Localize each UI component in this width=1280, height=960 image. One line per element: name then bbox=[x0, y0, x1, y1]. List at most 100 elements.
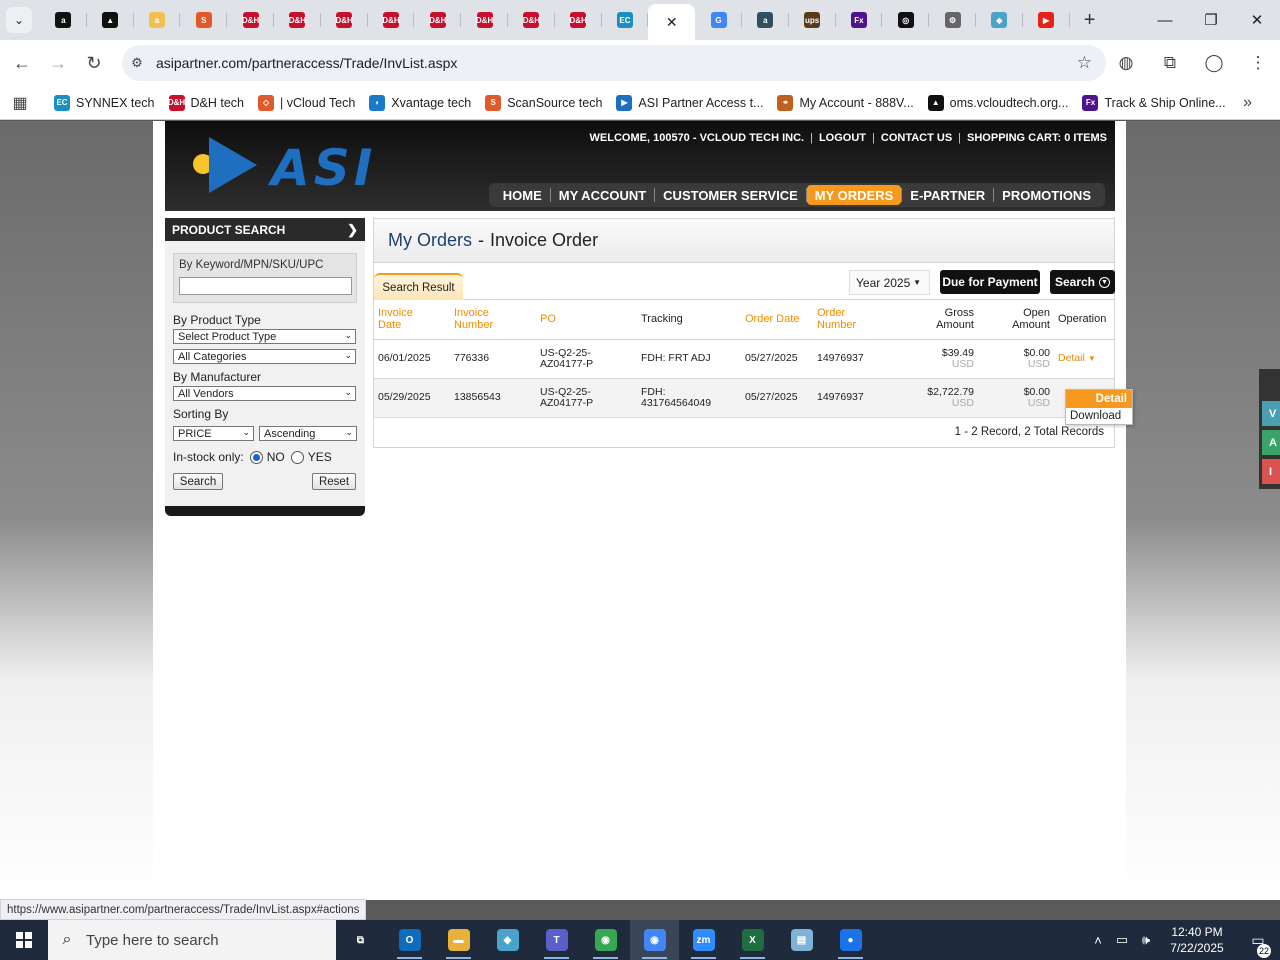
taskbar-app[interactable]: ● bbox=[826, 920, 875, 960]
sidebar-search-button[interactable]: Search bbox=[173, 473, 223, 490]
taskbar-app[interactable]: zm bbox=[679, 920, 728, 960]
logout-link[interactable]: LOGOUT bbox=[819, 132, 866, 144]
column-header[interactable]: PO bbox=[536, 300, 637, 340]
taskbar-app[interactable]: ▬ bbox=[434, 920, 483, 960]
bookmark-item[interactable]: S ScanSource tech bbox=[485, 94, 602, 111]
browser-tab[interactable]: ups bbox=[789, 4, 836, 36]
taskbar-app[interactable]: ⧉ bbox=[336, 920, 385, 960]
bookmark-item[interactable]: ◇ | vCloud Tech bbox=[258, 94, 355, 111]
search-dropdown-button[interactable]: Search ▼ bbox=[1050, 270, 1115, 294]
taskbar-app[interactable]: ▤ bbox=[777, 920, 826, 960]
bookmark-item[interactable]: ◗ Xvantage tech bbox=[369, 94, 471, 111]
more-bookmarks-icon[interactable]: » bbox=[1243, 94, 1252, 112]
notifications-icon[interactable]: ▭ 22 bbox=[1236, 932, 1280, 958]
reload-icon[interactable]: ↻ bbox=[76, 45, 112, 81]
bookmark-item[interactable]: ▲ oms.vcloudtech.org... bbox=[927, 94, 1068, 111]
nav-item-promotions[interactable]: PROMOTIONS bbox=[994, 185, 1099, 205]
browser-tab[interactable]: EC bbox=[602, 4, 649, 36]
extensions-icon[interactable]: ⧉ bbox=[1148, 53, 1192, 73]
browser-tab[interactable]: D&H bbox=[555, 4, 602, 36]
column-header[interactable]: Order Number bbox=[813, 300, 897, 340]
contact-us-link[interactable]: CONTACT US bbox=[881, 132, 952, 144]
nav-item-home[interactable]: HOME bbox=[495, 185, 550, 205]
nav-item-my-orders[interactable]: MY ORDERS bbox=[806, 185, 902, 205]
due-for-payment-button[interactable]: Due for Payment bbox=[940, 270, 1040, 294]
browser-tab[interactable]: D&H bbox=[227, 4, 274, 36]
minimize-icon[interactable]: — bbox=[1142, 0, 1188, 40]
bookmark-item[interactable]: Fx Track & Ship Online... bbox=[1082, 94, 1226, 111]
browser-tab[interactable]: ▶ bbox=[1023, 4, 1070, 36]
browser-tab[interactable]: ✕ bbox=[648, 4, 696, 40]
site-logo[interactable]: ASI bbox=[271, 139, 376, 197]
chevron-up-icon[interactable]: ˄ bbox=[1086, 933, 1110, 948]
browser-tab[interactable]: G bbox=[695, 4, 742, 36]
product-type-select[interactable]: Select Product Type ⌄ bbox=[173, 329, 356, 344]
browser-tab[interactable]: a bbox=[134, 4, 181, 36]
column-header[interactable]: Invoice Number bbox=[450, 300, 536, 340]
restore-icon[interactable]: ❐ bbox=[1188, 0, 1234, 40]
start-button[interactable] bbox=[0, 920, 48, 960]
taskbar-app[interactable]: X bbox=[728, 920, 777, 960]
language-extension-icon[interactable]: ◍ bbox=[1104, 53, 1148, 73]
address-bar[interactable]: ⚙ asipartner.com/partneraccess/Trade/Inv… bbox=[122, 45, 1106, 81]
menu-icon[interactable]: ⋮ bbox=[1236, 53, 1280, 73]
back-icon[interactable]: ← bbox=[4, 45, 40, 81]
browser-tab[interactable]: D&H bbox=[274, 4, 321, 36]
forward-icon[interactable]: → bbox=[40, 45, 76, 81]
address-text[interactable]: asipartner.com/partneraccess/Trade/InvLi… bbox=[156, 55, 457, 71]
bookmark-star-icon[interactable]: ☆ bbox=[1077, 53, 1092, 73]
year-select[interactable]: Year 2025 ▼ bbox=[849, 270, 930, 295]
instock-no-radio[interactable] bbox=[249, 450, 263, 464]
keyword-input[interactable] bbox=[179, 277, 352, 295]
shopping-cart-link[interactable]: SHOPPING CART: 0 ITEMS bbox=[967, 132, 1107, 144]
bookmark-item[interactable]: D&H D&H tech bbox=[168, 94, 244, 111]
browser-tab[interactable]: a bbox=[742, 4, 789, 36]
my-orders-link[interactable]: My Orders bbox=[388, 230, 472, 251]
taskbar-app[interactable]: ◉ bbox=[630, 920, 679, 960]
browser-tab[interactable]: a bbox=[40, 4, 87, 36]
browser-tab[interactable]: ◆ bbox=[976, 4, 1023, 36]
side-tab[interactable]: I bbox=[1262, 459, 1280, 484]
taskbar-app[interactable]: O bbox=[385, 920, 434, 960]
browser-tab[interactable]: D&H bbox=[461, 4, 508, 36]
close-icon[interactable]: ✕ bbox=[664, 14, 680, 30]
dropdown-download-item[interactable]: Download bbox=[1066, 408, 1132, 424]
detail-dropdown-link[interactable]: Detail ▼ bbox=[1058, 352, 1096, 364]
new-tab-button[interactable]: + bbox=[1076, 6, 1104, 34]
browser-tab[interactable]: D&H bbox=[414, 4, 461, 36]
browser-tab[interactable]: S bbox=[180, 4, 227, 36]
manufacturer-select[interactable]: All Vendors ⌄ bbox=[173, 386, 356, 401]
browser-tab[interactable]: D&H bbox=[321, 4, 368, 36]
nav-item-my-account[interactable]: MY ACCOUNT bbox=[551, 185, 654, 205]
browser-tab[interactable]: ⚙ bbox=[929, 4, 976, 36]
nav-item-customer-service[interactable]: CUSTOMER SERVICE bbox=[655, 185, 806, 205]
tab-search-button[interactable]: ⌄ bbox=[6, 7, 32, 33]
tab-search-result[interactable]: Search Result bbox=[374, 273, 463, 300]
browser-tab[interactable]: ▲ bbox=[87, 4, 134, 36]
sort-field-select[interactable]: PRICE ⌄ bbox=[173, 426, 254, 441]
clock[interactable]: 12:40 PM 7/22/2025 bbox=[1158, 924, 1236, 956]
instock-yes-radio[interactable] bbox=[290, 450, 304, 464]
column-header[interactable]: Invoice Date bbox=[374, 300, 450, 340]
apps-grid-icon[interactable]: ▦ bbox=[0, 93, 40, 113]
column-header[interactable]: Order Date bbox=[741, 300, 813, 340]
nav-item-e-partner[interactable]: E-PARTNER bbox=[902, 185, 993, 205]
browser-tab[interactable]: D&H bbox=[508, 4, 555, 36]
profile-icon[interactable]: ◯ bbox=[1192, 53, 1236, 73]
sort-order-select[interactable]: Ascending ⌄ bbox=[259, 426, 357, 441]
bookmark-item[interactable]: ▶ ASI Partner Access t... bbox=[616, 94, 763, 111]
taskbar-app[interactable]: ◆ bbox=[483, 920, 532, 960]
browser-tab[interactable]: Fx bbox=[836, 4, 883, 36]
network-icon[interactable]: ▭ bbox=[1110, 932, 1134, 948]
browser-tab[interactable]: D&H bbox=[368, 4, 415, 36]
volume-icon[interactable]: 🕪 bbox=[1134, 932, 1158, 948]
side-tab[interactable]: V bbox=[1262, 401, 1280, 426]
category-select[interactable]: All Categories ⌄ bbox=[173, 349, 356, 364]
sidebar-reset-button[interactable]: Reset bbox=[312, 473, 356, 490]
dropdown-detail-item[interactable]: Detail bbox=[1066, 390, 1132, 408]
browser-tab[interactable]: ◎ bbox=[882, 4, 929, 36]
close-window-icon[interactable]: ✕ bbox=[1234, 0, 1280, 40]
product-search-header[interactable]: PRODUCT SEARCH ❯ bbox=[165, 218, 365, 241]
taskbar-search[interactable]: ⌕ Type here to search bbox=[48, 920, 336, 960]
site-info-icon[interactable]: ⚙ bbox=[122, 55, 152, 71]
